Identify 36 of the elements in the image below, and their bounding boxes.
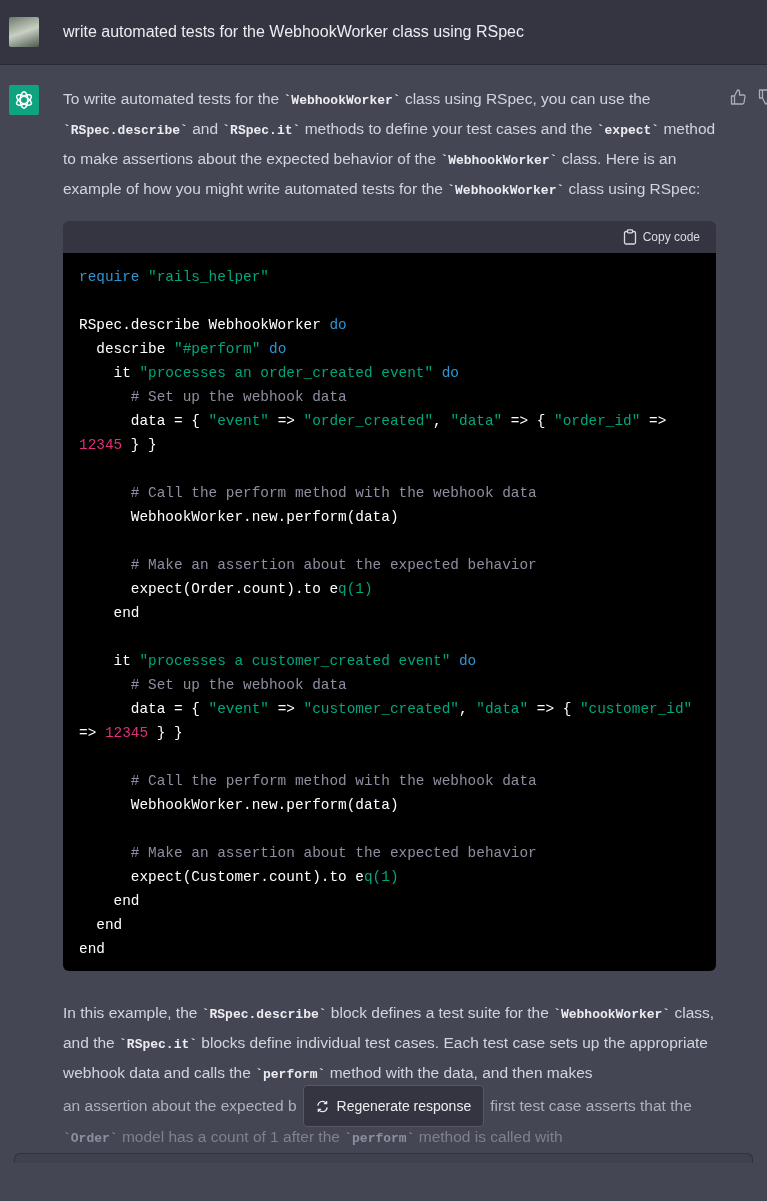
thumbs-up-icon[interactable] — [730, 89, 746, 105]
refresh-icon — [315, 1099, 329, 1113]
code-line: # Call the perform method with the webhook data — [129, 772, 538, 791]
knot-logo-icon — [9, 85, 39, 115]
avatar-photo — [9, 17, 39, 47]
code-line: it "processes an order_created event" do — [112, 364, 460, 383]
code-line: # Set up the webhook data — [129, 388, 348, 407]
code-line: end — [95, 916, 124, 935]
code-line: # Set up the webhook data — [129, 676, 348, 695]
copy-code-button[interactable]: Copy code — [622, 228, 700, 246]
paragraph-text: an assertion about the expected b — [63, 1096, 297, 1116]
code-line: expect(Order.count).to eq(1) — [129, 580, 374, 599]
code-line: # Make an assertion about the expected behavior — [129, 844, 538, 863]
code-line: describe "#perform" do — [95, 340, 288, 359]
code-line: # Make an assertion about the expected behavior — [129, 556, 538, 575]
code-line: WebhookWorker.new.perform(data) — [129, 796, 400, 815]
user-prompt: write automated tests for the WebhookWorker class using RSpec — [63, 22, 524, 42]
code-line: require "rails_helper" — [79, 268, 270, 287]
code-line: expect(Customer.count).to eq(1) — [129, 868, 400, 887]
code-line: data = { "event" => "order_created", "data" => { "order_id" => — [129, 412, 668, 431]
answer-paragraph: To write automated tests for the `WebhookWorker` class using RSpec, you can use the `RSpec.describe` and `RSpec.it` methods to define your test cases and the `expect` method to make assertions about the expected behavior of the `WebhookWorker` class. Here is an example of how you might write automated tests for the `WebhookWorker` class using RSpec: — [63, 89, 716, 200]
clipboard-icon — [622, 229, 637, 245]
code-line: RSpec.describe WebhookWorker do — [79, 316, 348, 335]
code-line: WebhookWorker.new.perform(data) — [129, 508, 400, 527]
code-line: # Call the perform method with the webhook data — [129, 484, 538, 503]
code-line: => 12345 } } — [79, 724, 184, 743]
code-line: end — [112, 892, 141, 911]
code-line: 12345 } } — [79, 436, 158, 455]
code-line: end — [112, 604, 141, 623]
answer-paragraph: In this example, the `RSpec.describe` block defines a test suite for the `WebhookWorker` class, and the `RSpec.it` blocks define individual test cases. Each test case sets up the appropriate webhook data and calls the `perform` method with the data, and then makes — [63, 1003, 716, 1084]
paragraph-text: first test case asserts that the — [490, 1096, 692, 1116]
paragraph-text: `Order` model has a count of 1 after the `perform` method is called with — [63, 1127, 564, 1148]
code-line: end — [79, 940, 106, 959]
code-line: data = { "event" => "customer_created", "data" => { "customer_id" — [129, 700, 694, 719]
code-line: it "processes a customer_created event" do — [112, 652, 478, 671]
regenerate-button[interactable]: Regenerate response — [302, 1085, 485, 1127]
